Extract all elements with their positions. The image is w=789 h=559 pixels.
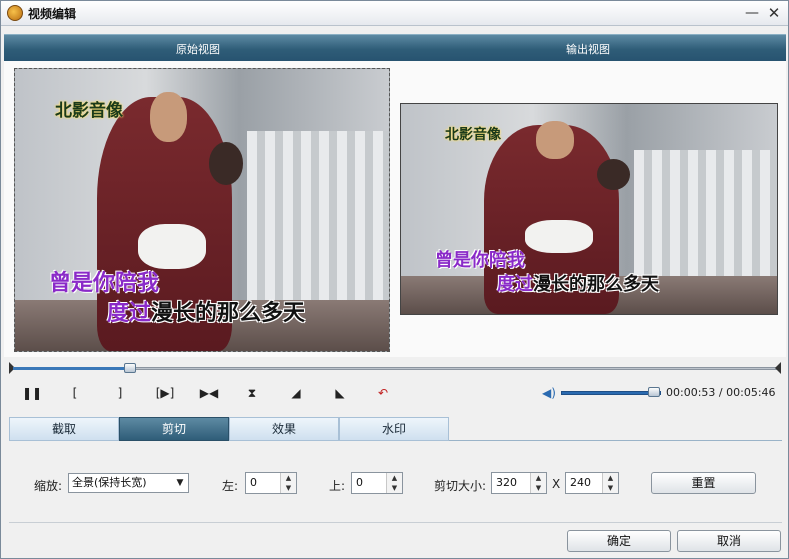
reset-button[interactable]: 重置 — [651, 472, 756, 494]
zoom-select[interactable]: 全景(保持长宽) ▼ — [68, 473, 189, 493]
video-edit-window: 视频编辑 — ✕ 原始视图 输出视图 北影音像 曾是你陪我 度过漫长的那么多天 … — [0, 0, 789, 559]
lyric-line-2-rest: 漫长的那么多天 — [533, 274, 659, 295]
timeline-end-marker[interactable] — [775, 362, 781, 374]
tab-effects[interactable]: 效果 — [229, 417, 339, 441]
app-logo-icon — [7, 5, 23, 21]
time-display: 00:00:53 / 00:05:46 — [666, 386, 776, 399]
lyric-line-1-sung: 曾是你陪我 — [49, 271, 160, 296]
left-offset-stepper[interactable]: 0 ▲ ▼ — [245, 472, 297, 494]
edit-tabs: 截取 剪切 效果 水印 — [9, 417, 782, 441]
timeline-progress — [13, 367, 130, 370]
lyric-line-1: 曾是你陪我 — [49, 265, 159, 297]
preview-area: 北影音像 曾是你陪我 度过漫长的那么多天 北影音像 曾是你陪我 度过漫长的那么多… — [4, 61, 786, 357]
output-view-label: 输出视图 — [566, 43, 610, 56]
mark-in-button[interactable]: [ — [64, 385, 86, 401]
lyric-line-2-sung: 度过 — [497, 274, 533, 295]
zoom-select-value: 全景(保持长宽) — [72, 476, 147, 489]
decrement-icon[interactable]: ▼ — [530, 483, 546, 493]
volume-icon[interactable]: ◀) — [542, 387, 556, 399]
timeline-thumb[interactable] — [123, 363, 136, 373]
views-header: 原始视图 输出视图 — [4, 34, 786, 61]
increment-icon[interactable]: ▲ — [602, 473, 618, 483]
lyric-line-2-rest: 漫长的那么多天 — [151, 301, 306, 326]
cancel-button[interactable]: 取消 — [677, 530, 781, 552]
zoom-label: 缩放: — [34, 479, 63, 493]
increment-icon[interactable]: ▲ — [386, 473, 402, 483]
crop-width-stepper[interactable]: 320 ▲ ▼ — [491, 472, 547, 494]
undo-button[interactable]: ↶ — [372, 385, 394, 401]
rotate-right-button[interactable]: ◢ — [285, 385, 307, 401]
flip-vertical-button[interactable]: ⧗ — [241, 385, 263, 401]
increment-icon[interactable]: ▲ — [280, 473, 296, 483]
tab-capture[interactable]: 截取 — [9, 417, 119, 441]
decrement-icon[interactable]: ▼ — [280, 483, 296, 493]
rotate-left-button[interactable]: ◣ — [329, 385, 351, 401]
top-offset-value[interactable]: 0 — [356, 475, 363, 491]
chevron-down-icon[interactable]: ▼ — [172, 474, 188, 492]
top-offset-label: 上: — [329, 479, 346, 493]
lyric-line-1: 曾是你陪我 — [435, 246, 525, 272]
next-frame-button[interactable]: ▶◀ — [196, 385, 222, 401]
volume-slider[interactable] — [561, 391, 661, 395]
lyric-line-1-sung: 曾是你陪我 — [435, 250, 525, 271]
mark-out-button[interactable]: ] — [109, 385, 131, 401]
crop-size-separator: X — [552, 477, 561, 491]
crop-panel: 缩放: 全景(保持长宽) ▼ 左: 0 ▲ ▼ 上: 0 ▲ ▼ 剪切大小: 320… — [9, 441, 782, 523]
tab-watermark[interactable]: 水印 — [339, 417, 449, 441]
decrement-icon[interactable]: ▼ — [602, 483, 618, 493]
lyric-line-2: 度过漫长的那么多天 — [497, 270, 659, 296]
left-offset-value[interactable]: 0 — [250, 475, 257, 491]
crop-width-value[interactable]: 320 — [496, 475, 517, 491]
decrement-icon[interactable]: ▼ — [386, 483, 402, 493]
tab-crop[interactable]: 剪切 — [119, 417, 229, 441]
volume-thumb[interactable] — [648, 387, 660, 397]
output-video-frame: 北影音像 曾是你陪我 度过漫长的那么多天 — [400, 103, 778, 315]
top-offset-stepper[interactable]: 0 ▲ ▼ — [351, 472, 403, 494]
window-title: 视频编辑 — [28, 7, 77, 21]
title-bar: 视频编辑 — ✕ — [1, 1, 788, 26]
playback-controls: ❚❚ [ ] [▶] ▶◀ ⧗ ◢ ◣ ↶ ◀) 00:00:53 / 00:0… — [1, 379, 789, 407]
total-time: 00:05:46 — [726, 386, 776, 399]
lyric-line-2: 度过漫长的那么多天 — [107, 295, 305, 327]
pause-button[interactable]: ❚❚ — [21, 385, 43, 401]
time-separator: / — [718, 386, 723, 399]
increment-icon[interactable]: ▲ — [530, 473, 546, 483]
ok-button[interactable]: 确定 — [567, 530, 671, 552]
play-selection-button[interactable]: [▶] — [152, 385, 178, 401]
close-button[interactable]: ✕ — [765, 4, 783, 22]
crop-size-label: 剪切大小: — [434, 479, 487, 493]
timeline-slider[interactable] — [9, 362, 781, 374]
original-view-label: 原始视图 — [176, 43, 220, 56]
left-offset-label: 左: — [222, 479, 239, 493]
lyric-line-2-sung: 度过 — [107, 301, 152, 326]
crop-height-stepper[interactable]: 240 ▲ ▼ — [565, 472, 619, 494]
minimize-button[interactable]: — — [743, 4, 761, 22]
channel-logo: 北影音像 — [55, 101, 123, 121]
channel-logo: 北影音像 — [445, 127, 501, 143]
original-video-frame[interactable]: 北影音像 曾是你陪我 度过漫长的那么多天 — [14, 68, 390, 352]
crop-height-value[interactable]: 240 — [570, 475, 591, 491]
current-time: 00:00:53 — [666, 386, 716, 399]
